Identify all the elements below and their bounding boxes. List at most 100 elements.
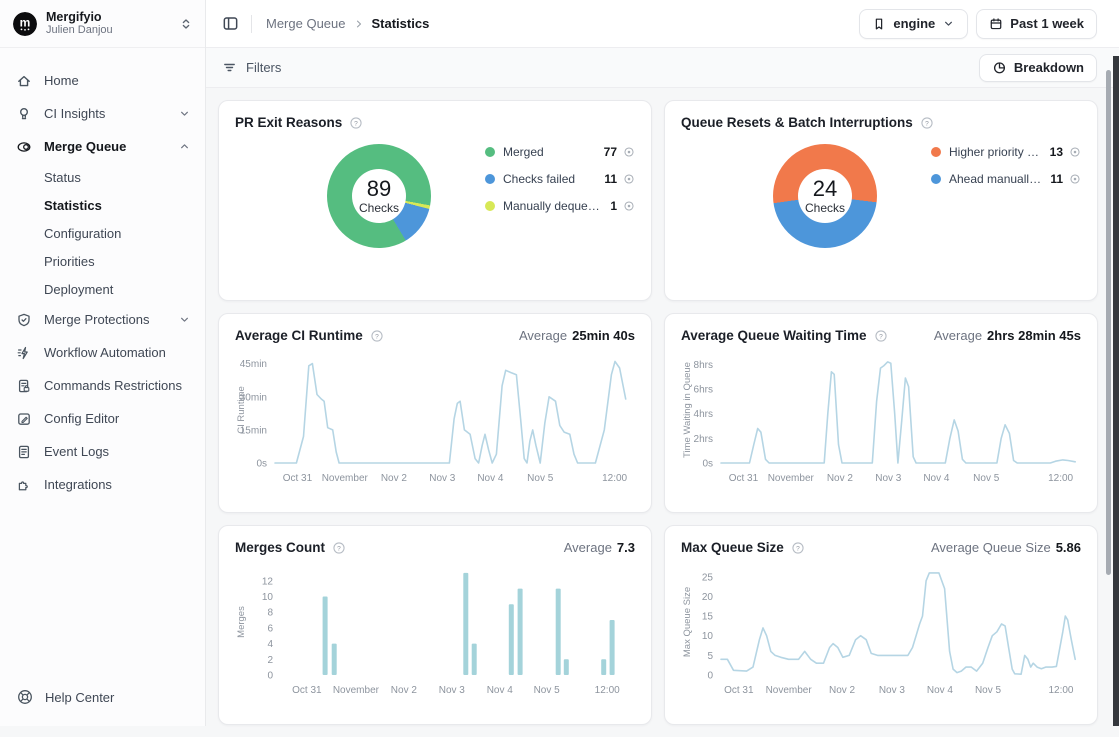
svg-text:?: ? [925,120,929,127]
help-icon[interactable]: ? [332,541,346,555]
x-tick-label: Nov 3 [439,685,466,696]
sidebar-item-home[interactable]: Home [0,64,205,97]
help-icon[interactable]: ? [349,116,363,130]
card-average-ci-runtime: Average CI Runtime ? Average25min 40s 45… [218,313,652,513]
y-axis-title: Merges [236,606,247,638]
card-title: Average CI Runtime [235,328,363,343]
y-axis-title: Max Queue Size [682,587,693,657]
breakdown-button[interactable]: Breakdown [979,54,1097,82]
chevron-up-icon [178,140,191,153]
legend-color-dot [485,147,495,157]
sidebar-item-status[interactable]: Status [0,163,205,191]
x-tick-label: Nov 2 [827,473,854,484]
time-range-button[interactable]: Past 1 week [976,9,1097,39]
x-tick-label: Nov 3 [429,473,456,484]
donut-chart[interactable]: 89 Checks [327,144,431,248]
legend-item[interactable]: Manually dequeued1 [485,196,635,216]
filters-button[interactable]: Filters [222,60,281,75]
bar [610,620,615,675]
select-updown-icon[interactable] [179,17,193,31]
sidebar-item-statistics[interactable]: Statistics [0,191,205,219]
filter-icon [222,60,237,75]
legend-value: 13 [1050,145,1063,159]
sidebar-item-workflow-automation[interactable]: Workflow Automation [0,336,205,369]
x-tick-label: Nov 2 [391,685,418,696]
svg-text:?: ? [796,545,800,552]
document-lines-icon [16,444,32,460]
help-icon[interactable]: ? [370,329,384,343]
sidebar-item-priorities[interactable]: Priorities [0,247,205,275]
file-lock-icon [16,378,32,394]
scrollbar-thumb[interactable] [1106,70,1111,575]
repo-selector-value: engine [893,16,935,31]
sidebar-item-merge-protections[interactable]: Merge Protections [0,303,205,336]
y-tick-label: 6 [267,623,273,634]
sidebar-item-commands-restrictions[interactable]: Commands Restrictions [0,369,205,402]
workspace-name: Mergifyio [46,10,179,24]
workspace-user: Julien Danjou [46,24,179,37]
visibility-toggle-icon[interactable] [1069,146,1081,158]
bar [472,644,477,675]
divider [251,15,252,33]
legend-label: Checks failed [503,172,596,186]
bar [509,604,514,675]
sidebar-nav: Home CI Insights Merge Queue Status Stat… [0,48,205,501]
line-chart[interactable]: 2520151050Oct 31NovemberNov 2Nov 3Nov 4N… [681,559,1081,703]
visibility-toggle-icon[interactable] [623,146,635,158]
help-icon[interactable]: ? [874,329,888,343]
sidebar-item-config-editor[interactable]: Config Editor [0,402,205,435]
sidebar-item-integrations[interactable]: Integrations [0,468,205,501]
lifebuoy-icon [16,688,34,706]
top-header: Merge Queue Statistics engine Past 1 wee… [206,0,1119,48]
dashboard-grid: PR Exit Reasons ? 89 Checks Merged77Chec… [206,88,1119,737]
donut-center-label: Checks [805,201,845,215]
breadcrumb-parent[interactable]: Merge Queue [266,16,346,31]
legend-item[interactable]: Merged77 [485,142,635,162]
bar [601,659,606,675]
y-tick-label: 8 [267,608,273,619]
x-tick-label: November [333,685,380,696]
filters-label: Filters [246,60,281,75]
help-icon[interactable]: ? [920,116,934,130]
legend-label: Manually dequeued [503,199,602,213]
sidebar-item-ci-insights[interactable]: CI Insights [0,97,205,130]
y-tick-label: 10 [262,592,274,603]
legend-label: Merged [503,145,596,159]
lightning-icon [16,345,32,361]
main-area: Merge Queue Statistics engine Past 1 wee… [206,0,1119,726]
visibility-toggle-icon[interactable] [1069,173,1081,185]
sidebar-item-configuration[interactable]: Configuration [0,219,205,247]
chevron-down-icon [178,313,191,326]
repo-icon [872,17,886,31]
sidebar-item-label: Workflow Automation [44,345,191,360]
pie-chart-icon [992,60,1007,75]
card-title: Average Queue Waiting Time [681,328,867,343]
sidebar-toggle-icon[interactable] [222,15,239,32]
help-center-link[interactable]: Help Center [16,688,114,706]
line-chart[interactable]: 8hrs6hrs4hrs2hrs0sOct 31NovemberNov 2Nov… [681,347,1081,491]
visibility-toggle-icon[interactable] [623,173,635,185]
bar [463,573,468,675]
x-tick-label: November [766,685,813,696]
line-chart[interactable]: 45min30min15min0sOct 31NovemberNov 2Nov … [235,347,635,491]
repo-selector[interactable]: engine [859,9,968,39]
sidebar-item-deployment[interactable]: Deployment [0,275,205,303]
average-stat: Average2hrs 28min 45s [934,328,1081,343]
bar-chart[interactable]: 121086420Oct 31NovemberNov 2Nov 3Nov 4No… [235,559,635,703]
x-tick-label: Nov 4 [477,473,504,484]
visibility-toggle-icon[interactable] [623,200,635,212]
y-tick-label: 4hrs [694,409,713,420]
sidebar-item-merge-queue[interactable]: Merge Queue [0,130,205,163]
legend-item[interactable]: Checks failed11 [485,169,635,189]
sidebar-item-label: Priorities [44,254,95,269]
legend-item[interactable]: Higher priority q...13 [931,142,1081,162]
sidebar-item-event-logs[interactable]: Event Logs [0,435,205,468]
time-range-label: Past 1 week [1010,16,1084,31]
shield-check-icon [16,312,32,328]
help-icon[interactable]: ? [791,541,805,555]
workspace-switcher[interactable]: m Mergifyio Julien Danjou [0,0,205,48]
y-tick-label: 12 [262,576,274,587]
legend-item[interactable]: Ahead manually ...11 [931,169,1081,189]
donut-chart[interactable]: 24 Checks [773,144,877,248]
x-tick-label: Nov 5 [973,473,1000,484]
